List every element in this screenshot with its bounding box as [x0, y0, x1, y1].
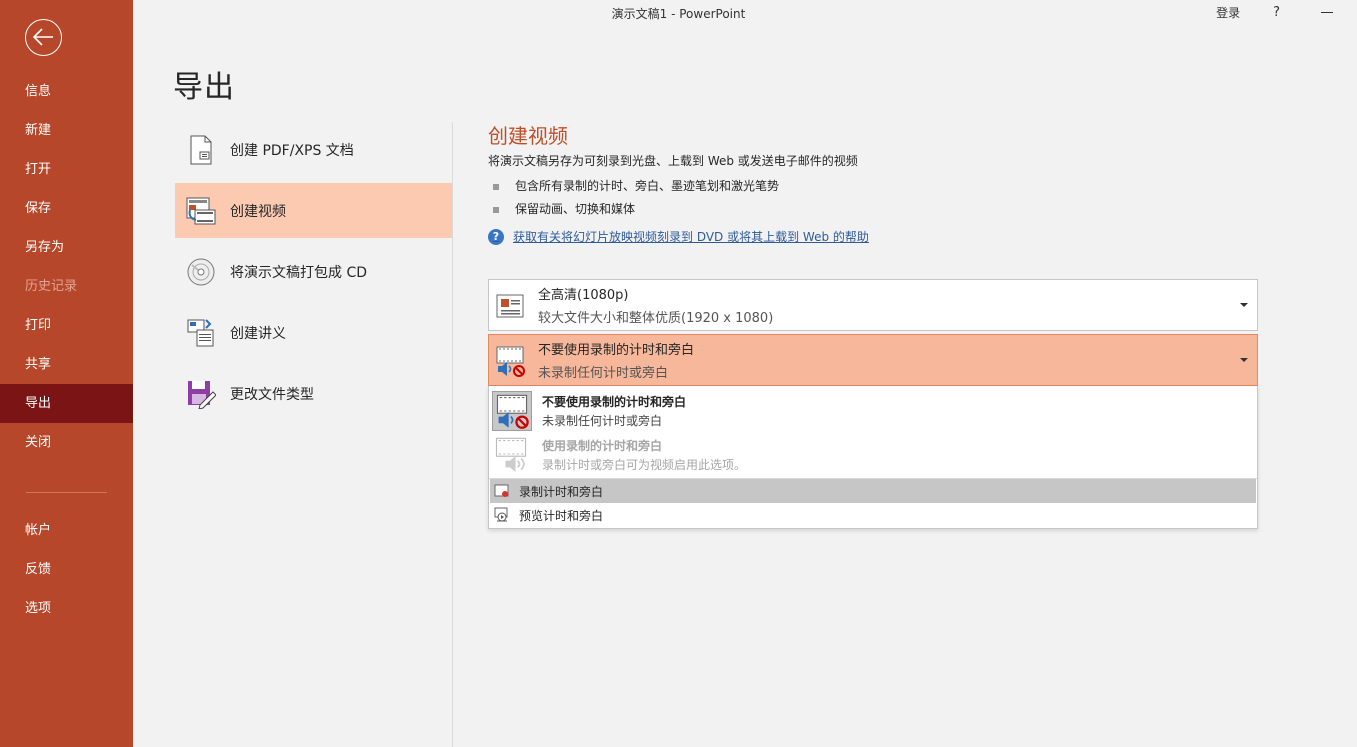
help-link-text: 获取有关将幻灯片放映视频刻录到 DVD 或将其上载到 Web 的帮助 [513, 230, 869, 244]
option-label: 将演示文稿打包成 CD [230, 264, 368, 281]
option-change-file-type[interactable]: 更改文件类型 [175, 366, 452, 421]
nav-open[interactable]: 打开 [0, 150, 133, 189]
timing-title: 不要使用录制的计时和旁白 [538, 343, 695, 358]
window-title: 演示文稿1 - PowerPoint [611, 7, 746, 21]
quality-title: 全高清(1080p) [538, 288, 629, 303]
option-title: 使用录制的计时和旁白 [542, 439, 663, 453]
nav-export[interactable]: 导出 [0, 384, 133, 423]
create-video-icon [179, 191, 223, 231]
help-button[interactable]: ? [1273, 5, 1280, 20]
backstage-sidebar: 信息 新建 打开 保存 另存为 历史记录 打印 共享 导出 关闭 帐户 反馈 选… [0, 0, 133, 747]
option-label: 创建 PDF/XPS 文档 [230, 142, 354, 159]
menu-preview-timings[interactable]: 预览计时和旁白 [490, 503, 1256, 527]
panel-description: 将演示文稿另存为可刻录到光盘、上载到 Web 或发送电子邮件的视频 [488, 154, 858, 168]
nav-account[interactable]: 帐户 [0, 511, 133, 550]
chevron-down-icon [1240, 303, 1248, 307]
option-create-video[interactable]: 创建视频 [175, 183, 452, 238]
feature-item: 包含所有录制的计时、旁白、墨迹笔划和激光笔势 [488, 175, 1258, 198]
nav-feedback[interactable]: 反馈 [0, 550, 133, 589]
menu-label: 录制计时和旁白 [519, 484, 604, 499]
nav-print[interactable]: 打印 [0, 306, 133, 345]
option-package-cd[interactable]: 将演示文稿打包成 CD [175, 244, 452, 299]
option-label: 创建视频 [230, 203, 286, 220]
menu-label: 预览计时和旁白 [519, 508, 604, 523]
help-link[interactable]: ? 获取有关将幻灯片放映视频刻录到 DVD 或将其上载到 Web 的帮助 [488, 228, 1258, 245]
back-arrow-icon[interactable] [25, 19, 62, 56]
menu-option-no-timing[interactable]: 不要使用录制的计时和旁白 未录制任何计时或旁白 [489, 388, 1257, 434]
menu-option-use-timing: 使用录制的计时和旁白 录制计时或旁白可为视频启用此选项。 [489, 432, 1257, 478]
timing-narration-select[interactable]: 不要使用录制的计时和旁白 未录制任何计时或旁白 [488, 334, 1258, 386]
nav-share[interactable]: 共享 [0, 345, 133, 384]
export-options-list: 创建 PDF/XPS 文档 创建视频 将演示文稿打包成 CD 创建讲义 更改文件… [175, 122, 452, 427]
backstage-nav: 信息 新建 打开 保存 另存为 历史记录 打印 共享 导出 关闭 帐户 反馈 选… [0, 72, 133, 628]
sign-in-link[interactable]: 登录 [1216, 4, 1240, 21]
record-icon [494, 483, 510, 499]
narration-icon [492, 435, 532, 475]
nav-info[interactable]: 信息 [0, 72, 133, 111]
feature-item: 保留动画、切换和媒体 [488, 198, 1258, 221]
feature-list: 包含所有录制的计时、旁白、墨迹笔划和激光笔势 保留动画、切换和媒体 [488, 175, 1258, 221]
video-quality-select[interactable]: 全高清(1080p) 较大文件大小和整体优质(1920 x 1080) [488, 279, 1258, 331]
option-create-pdf[interactable]: 创建 PDF/XPS 文档 [175, 122, 452, 177]
help-question-icon: ? [488, 228, 504, 245]
quality-subtitle: 较大文件大小和整体优质(1920 x 1080) [538, 311, 774, 326]
no-narration-icon [492, 391, 532, 431]
pdf-document-icon [179, 130, 223, 170]
chevron-down-icon [1240, 358, 1248, 362]
panel-title: 创建视频 [488, 124, 568, 148]
cd-icon [179, 252, 223, 292]
option-subtitle: 录制计时或旁白可为视频启用此选项。 [542, 458, 747, 472]
option-subtitle: 未录制任何计时或旁白 [542, 414, 663, 428]
option-label: 更改文件类型 [230, 386, 314, 403]
create-video-panel: 创建视频 将演示文稿另存为可刻录到光盘、上载到 Web 或发送电子邮件的视频 包… [488, 120, 1258, 529]
handout-icon [179, 313, 223, 353]
bullet-icon [493, 183, 499, 190]
menu-record-timings[interactable]: 录制计时和旁白 [490, 479, 1256, 503]
nav-save[interactable]: 保存 [0, 189, 133, 228]
preview-icon [494, 507, 510, 523]
nav-options[interactable]: 选项 [0, 589, 133, 628]
option-create-handouts[interactable]: 创建讲义 [175, 305, 452, 360]
option-label: 创建讲义 [230, 325, 286, 342]
title-bar: 演示文稿1 - PowerPoint 登录 ? [133, 0, 1357, 28]
save-as-type-icon [179, 374, 223, 414]
minimize-icon[interactable] [1321, 12, 1333, 13]
option-title: 不要使用录制的计时和旁白 [542, 395, 687, 409]
nav-history: 历史记录 [25, 279, 78, 294]
nav-divider [26, 492, 107, 493]
nav-close[interactable]: 关闭 [0, 423, 133, 462]
bullet-icon [493, 206, 499, 213]
timing-dropdown-menu: 不要使用录制的计时和旁白 未录制任何计时或旁白 使用录制的计时和旁白 录制计时或… [488, 386, 1258, 529]
panel-divider [452, 122, 453, 747]
nav-new[interactable]: 新建 [0, 111, 133, 150]
timing-subtitle: 未录制任何计时或旁白 [538, 366, 669, 381]
page-title: 导出 [173, 70, 235, 105]
presentation-quality-icon [493, 289, 527, 323]
no-narration-icon [493, 344, 527, 378]
nav-save-as[interactable]: 另存为 [0, 228, 133, 267]
